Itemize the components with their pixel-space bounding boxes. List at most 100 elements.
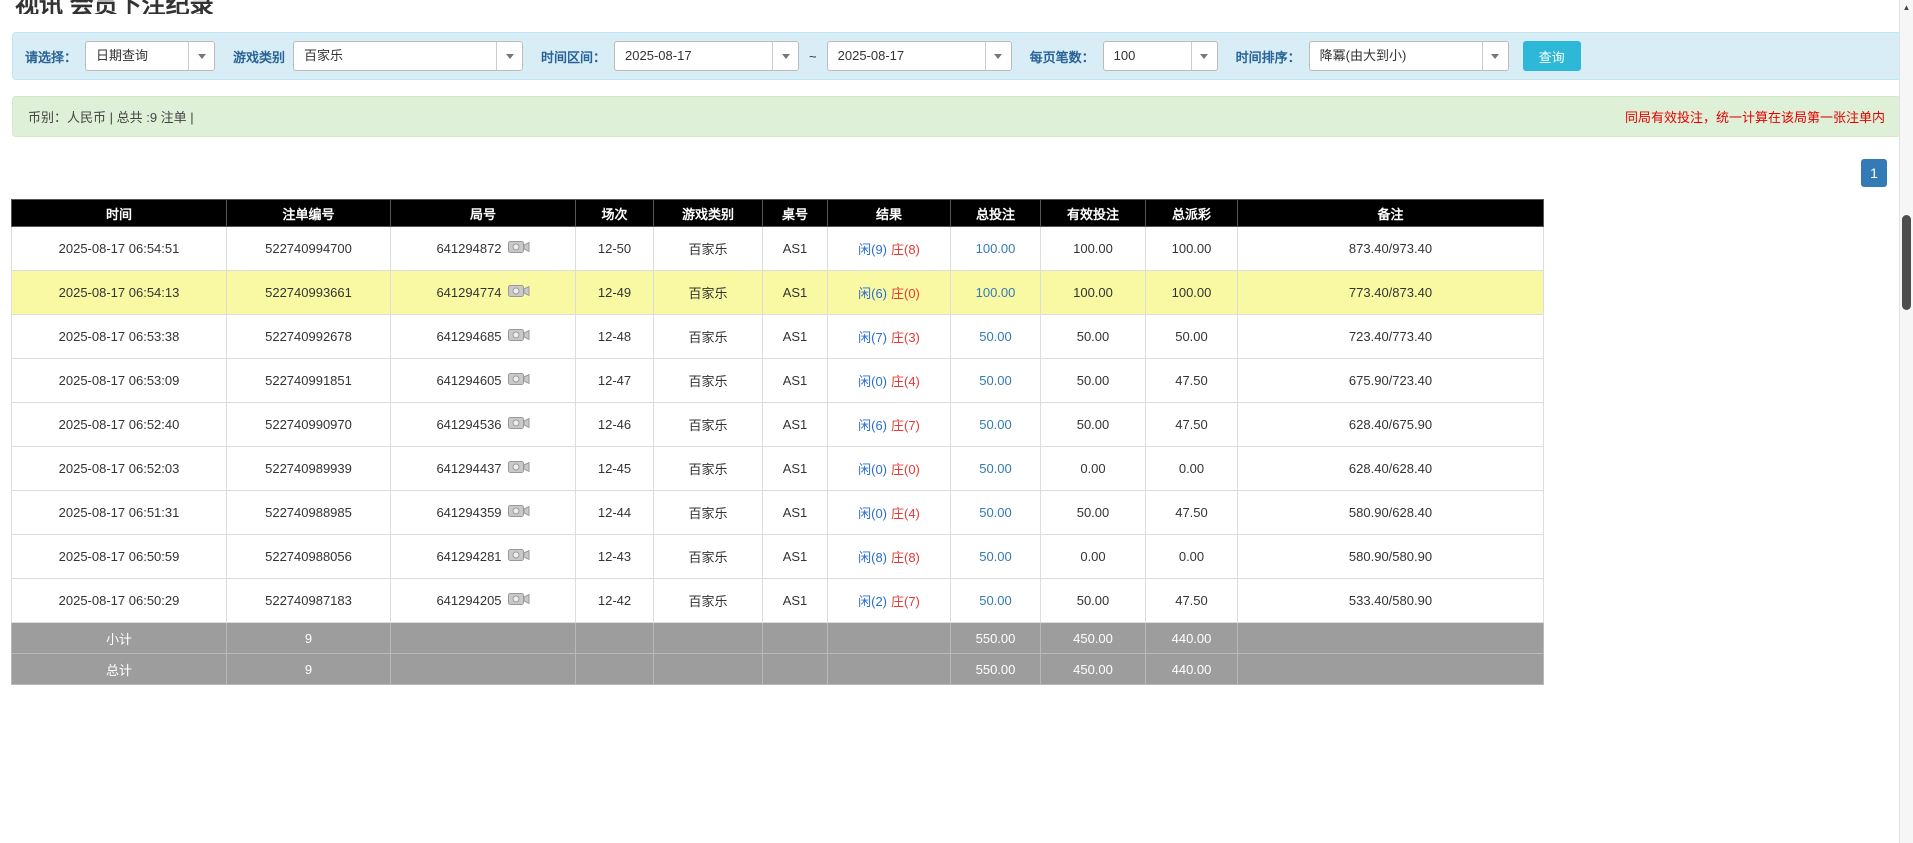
scrollbar-thumb[interactable] [1902,215,1911,310]
cell-total-payout: 47.50 [1146,359,1238,403]
banker-result: 庄(7) [891,418,920,433]
subtotal-row: 小计9550.00450.00440.00 [12,623,1544,654]
cell-table-no: AS1 [763,535,828,579]
page-title: 视讯 会员下注纪录 [15,0,1913,14]
cell-game-type: 百家乐 [654,579,763,623]
summary-cell: 550.00 [951,654,1041,685]
chevron-down-icon[interactable] [772,42,798,70]
summary-cell: 小计 [12,623,227,654]
cell-total-bet: 50.00 [951,579,1041,623]
player-result: 闲(0) [858,374,887,389]
player-result: 闲(0) [858,462,887,477]
cell-result: 闲(8)庄(8) [828,535,951,579]
player-result: 闲(9) [858,242,887,257]
cell-total-payout: 100.00 [1146,227,1238,271]
date-from-value: 2025-08-17 [615,42,772,70]
cell-bet-id: 522740988985 [227,491,391,535]
video-camera-icon[interactable] [508,415,530,434]
column-header: 游戏类别 [654,200,763,227]
total-bet-link[interactable]: 50.00 [979,505,1012,520]
date-from-picker[interactable]: 2025-08-17 [614,41,799,71]
cell-game-type: 百家乐 [654,491,763,535]
column-header: 结果 [828,200,951,227]
cell-game-type: 百家乐 [654,447,763,491]
cell-session: 12-43 [576,535,654,579]
chevron-down-icon[interactable] [496,42,522,70]
cell-note: 628.40/628.40 [1238,447,1544,491]
player-result: 闲(6) [858,418,887,433]
video-camera-icon[interactable] [508,547,530,566]
column-header: 桌号 [763,200,828,227]
page-1-button[interactable]: 1 [1861,159,1887,187]
cell-session: 12-50 [576,227,654,271]
round-number: 641294281 [436,549,501,564]
summary-cell [763,654,828,685]
table-row: 2025-08-17 06:54:13522740993661641294774… [12,271,1544,315]
cell-table-no: AS1 [763,315,828,359]
total-bet-link[interactable]: 100.00 [976,241,1016,256]
scroll-up-arrow-icon[interactable]: ▲ [1900,0,1913,14]
pagination: 1 [12,159,1887,187]
total-bet-link[interactable]: 50.00 [979,417,1012,432]
table-row: 2025-08-17 06:50:29522740987183641294205… [12,579,1544,623]
chevron-down-icon[interactable] [1191,42,1217,70]
table-row: 2025-08-17 06:53:38522740992678641294685… [12,315,1544,359]
video-camera-icon[interactable] [508,459,530,478]
page-size-value: 100 [1104,42,1191,70]
total-bet-link[interactable]: 100.00 [976,285,1016,300]
total-bet-link[interactable]: 50.00 [979,549,1012,564]
cell-round: 641294281 [391,535,576,579]
total-bet-link[interactable]: 50.00 [979,373,1012,388]
search-button[interactable]: 查询 [1523,41,1581,71]
cell-total-payout: 100.00 [1146,271,1238,315]
cell-round: 641294437 [391,447,576,491]
video-camera-icon[interactable] [508,283,530,302]
cell-session: 12-42 [576,579,654,623]
cell-valid-bet: 100.00 [1041,271,1146,315]
video-camera-icon[interactable] [508,371,530,390]
page-title-wrap: 视讯 会员下注纪录 [15,0,1913,14]
round-number: 641294536 [436,417,501,432]
video-camera-icon[interactable] [508,239,530,258]
column-header: 局号 [391,200,576,227]
chevron-down-icon[interactable] [1482,42,1508,70]
cell-note: 533.40/580.90 [1238,579,1544,623]
total-bet-link[interactable]: 50.00 [979,329,1012,344]
page-size-dropdown[interactable]: 100 [1103,41,1218,71]
cell-round: 641294685 [391,315,576,359]
cell-game-type: 百家乐 [654,315,763,359]
summary-cell [763,623,828,654]
cell-result: 闲(0)庄(0) [828,447,951,491]
cell-total-bet: 100.00 [951,227,1041,271]
video-camera-icon[interactable] [508,503,530,522]
game-type-dropdown[interactable]: 百家乐 [293,41,523,71]
cell-total-payout: 50.00 [1146,315,1238,359]
chevron-down-icon[interactable] [188,42,214,70]
cell-valid-bet: 0.00 [1041,535,1146,579]
column-header: 备注 [1238,200,1544,227]
cell-note: 873.40/973.40 [1238,227,1544,271]
cell-total-payout: 47.50 [1146,579,1238,623]
banker-result: 庄(0) [891,286,920,301]
time-sort-dropdown[interactable]: 降冪(由大到小) [1309,41,1509,71]
total-bet-link[interactable]: 50.00 [979,593,1012,608]
chevron-down-icon[interactable] [985,42,1011,70]
total-bet-link[interactable]: 50.00 [979,461,1012,476]
date-to-picker[interactable]: 2025-08-17 [827,41,1012,71]
banker-result: 庄(4) [891,374,920,389]
round-number: 641294437 [436,461,501,476]
video-camera-icon[interactable] [508,591,530,610]
summary-cell [654,654,763,685]
cell-bet-id: 522740989939 [227,447,391,491]
cell-table-no: AS1 [763,359,828,403]
select-type-dropdown[interactable]: 日期查询 [85,41,215,71]
game-type-label: 游戏类别 [233,47,285,66]
round-number: 641294605 [436,373,501,388]
vertical-scrollbar[interactable]: ▲ [1899,0,1913,843]
cell-total-payout: 0.00 [1146,447,1238,491]
video-camera-icon[interactable] [508,327,530,346]
round-number: 641294685 [436,329,501,344]
cell-result: 闲(9)庄(8) [828,227,951,271]
summary-cell [828,654,951,685]
summary-cell [1238,654,1544,685]
